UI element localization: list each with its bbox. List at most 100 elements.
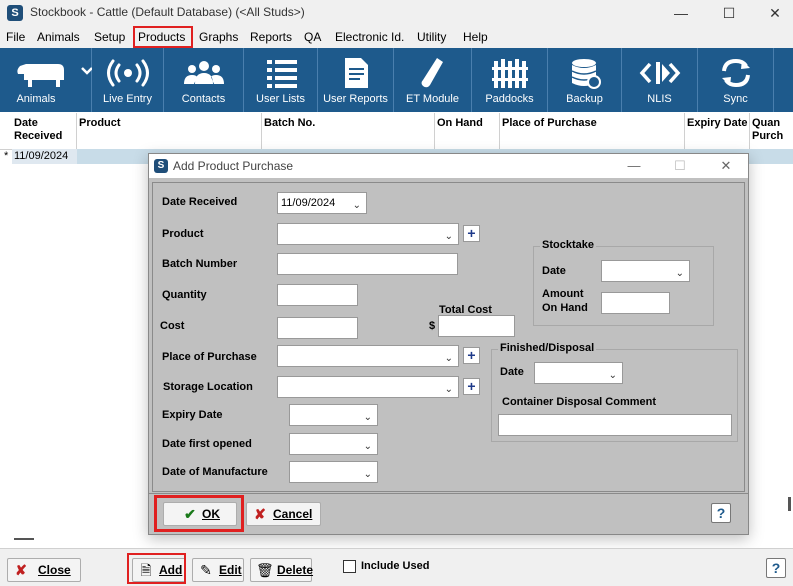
cost-input[interactable] bbox=[277, 317, 358, 339]
date-received-picker[interactable]: 11/09/2024 ⌄ bbox=[277, 192, 367, 214]
product-combobox[interactable]: ⌄ bbox=[277, 223, 459, 245]
window-titlebar: S Stockbook - Cattle (Default Database) … bbox=[0, 0, 793, 26]
delete-button[interactable]: 🗑 Delete bbox=[250, 558, 313, 582]
expiry-date-picker[interactable]: ⌄ bbox=[289, 404, 378, 426]
currency-label: $ bbox=[429, 320, 436, 332]
checkmark-icon: ✔ bbox=[184, 506, 196, 522]
col-divider[interactable] bbox=[684, 113, 685, 150]
batch-number-input[interactable] bbox=[277, 253, 458, 275]
dialog-minimize-button[interactable]: — bbox=[619, 157, 649, 175]
col-header-product[interactable]: Product bbox=[79, 117, 121, 130]
cow-icon bbox=[17, 64, 92, 87]
row-date-received-cell[interactable]: 11/09/2024 bbox=[12, 149, 77, 164]
date-of-manufacture-picker[interactable]: ⌄ bbox=[289, 461, 378, 483]
col-divider[interactable] bbox=[749, 113, 750, 150]
chevron-down-icon: ⌄ bbox=[363, 412, 372, 423]
add-product-button[interactable]: + bbox=[463, 225, 480, 242]
menu-electronic-id[interactable]: Electronic Id. bbox=[335, 30, 404, 44]
dialog-title: Add Product Purchase bbox=[173, 159, 294, 173]
close-x-icon: ✘ bbox=[15, 562, 27, 578]
place-of-purchase-label: Place of Purchase bbox=[162, 351, 257, 363]
menu-reports[interactable]: Reports bbox=[250, 30, 292, 44]
batch-number-label: Batch Number bbox=[162, 258, 238, 270]
col-header-batch-no[interactable]: Batch No. bbox=[264, 117, 315, 130]
trash-icon: 🗑 bbox=[256, 562, 274, 578]
col-divider[interactable] bbox=[76, 113, 77, 150]
toolbar-live-entry-label: Live Entry bbox=[103, 93, 152, 105]
app-logo-icon: S bbox=[7, 5, 23, 21]
dialog-help-button[interactable]: ? bbox=[711, 503, 731, 523]
col-header-date-received[interactable]: Date Received bbox=[14, 117, 74, 143]
add-place-of-purchase-button[interactable]: + bbox=[463, 347, 480, 364]
toolbar-user-lists-label: User Lists bbox=[256, 93, 305, 105]
menu-graphs[interactable]: Graphs bbox=[199, 30, 238, 44]
vertical-scrollbar-thumb[interactable] bbox=[788, 497, 791, 511]
cancel-button[interactable]: ✘ Cancel bbox=[246, 502, 321, 526]
close-button[interactable]: ✘ Close bbox=[7, 558, 81, 582]
edit-button[interactable]: ✎ Edit bbox=[192, 558, 244, 582]
date-received-value: 11/09/2024 bbox=[281, 197, 336, 209]
container-disposal-comment-input[interactable] bbox=[498, 414, 732, 436]
chevron-down-icon: ⌄ bbox=[363, 441, 372, 452]
include-used-checkbox[interactable] bbox=[343, 560, 356, 573]
menu-utility[interactable]: Utility bbox=[417, 30, 446, 44]
amount-on-hand-input[interactable] bbox=[601, 292, 670, 314]
col-header-expiry-date[interactable]: Expiry Date bbox=[687, 117, 748, 130]
col-divider[interactable] bbox=[434, 113, 435, 150]
toolbar-live-entry-button[interactable]: Live Entry bbox=[92, 48, 164, 112]
stocktake-date-picker[interactable]: ⌄ bbox=[601, 260, 690, 282]
menu-help[interactable]: Help bbox=[463, 30, 488, 44]
total-cost-input[interactable] bbox=[438, 315, 515, 337]
chevron-down-icon: ⌄ bbox=[444, 353, 453, 364]
dialog-close-button[interactable]: ✕ bbox=[711, 157, 741, 175]
database-icon bbox=[571, 59, 601, 89]
toolbar-nlis-button[interactable]: NLIS bbox=[622, 48, 698, 112]
col-divider[interactable] bbox=[499, 113, 500, 150]
ok-button-label: OK bbox=[202, 507, 220, 521]
test-tube-icon bbox=[421, 58, 443, 88]
place-of-purchase-combobox[interactable]: ⌄ bbox=[277, 345, 459, 367]
toolbar-contacts-button[interactable]: Contacts bbox=[164, 48, 244, 112]
close-x-icon: ✘ bbox=[254, 506, 266, 522]
include-used-label: Include Used bbox=[361, 560, 430, 572]
toolbar-et-module-label: ET Module bbox=[406, 93, 459, 105]
quantity-label: Quantity bbox=[162, 289, 207, 301]
menu-qa[interactable]: QA bbox=[304, 30, 321, 44]
toolbar-paddocks-button[interactable]: Paddocks bbox=[472, 48, 548, 112]
toolbar-backup-button[interactable]: Backup bbox=[548, 48, 622, 112]
stocktake-group: Stocktake Date ⌄ Amount On Hand bbox=[533, 239, 714, 326]
menu-setup[interactable]: Setup bbox=[94, 30, 125, 44]
stocktake-date-label: Date bbox=[542, 265, 566, 277]
horizontal-scrollbar-thumb[interactable] bbox=[14, 538, 34, 540]
toolbar-user-reports-button[interactable]: User Reports bbox=[318, 48, 394, 112]
menu-animals[interactable]: Animals bbox=[37, 30, 80, 44]
col-header-quantity-purchased[interactable]: Quan Purch bbox=[752, 117, 792, 143]
dialog-maximize-button[interactable]: ☐ bbox=[665, 157, 695, 175]
storage-location-label: Storage Location bbox=[163, 381, 253, 393]
menu-file[interactable]: File bbox=[6, 30, 25, 44]
ok-button[interactable]: ✔ OK bbox=[163, 502, 237, 526]
close-window-button[interactable]: ✕ bbox=[752, 2, 793, 24]
dialog-body: Date Received 11/09/2024 ⌄ Product ⌄ + B… bbox=[152, 182, 745, 492]
date-of-manufacture-label: Date of Manufacture bbox=[162, 466, 268, 478]
storage-location-combobox[interactable]: ⌄ bbox=[277, 376, 459, 398]
toolbar-et-module-button[interactable]: ET Module bbox=[394, 48, 472, 112]
toolbar-user-lists-button[interactable]: User Lists bbox=[244, 48, 318, 112]
disposal-date-picker[interactable]: ⌄ bbox=[534, 362, 623, 384]
add-storage-location-button[interactable]: + bbox=[463, 378, 480, 395]
people-icon bbox=[184, 61, 224, 84]
help-button[interactable]: ? bbox=[766, 558, 786, 578]
col-divider[interactable] bbox=[261, 113, 262, 150]
quantity-input[interactable] bbox=[277, 284, 358, 306]
maximize-button[interactable]: ☐ bbox=[706, 2, 752, 24]
cancel-button-label: Cancel bbox=[273, 507, 313, 521]
toolbar-animals-button[interactable]: Animals bbox=[0, 48, 92, 112]
chevron-down-icon: ⌄ bbox=[675, 268, 684, 279]
toolbar-sync-button[interactable]: Sync bbox=[698, 48, 774, 112]
date-first-opened-picker[interactable]: ⌄ bbox=[289, 433, 378, 455]
grid-header: Date Received Product Batch No. On Hand … bbox=[0, 113, 793, 150]
amount-on-hand-label-line2: On Hand bbox=[542, 302, 588, 314]
col-header-on-hand[interactable]: On Hand bbox=[437, 117, 483, 130]
col-header-place-of-purchase[interactable]: Place of Purchase bbox=[502, 117, 597, 130]
minimize-button[interactable]: — bbox=[658, 2, 704, 24]
